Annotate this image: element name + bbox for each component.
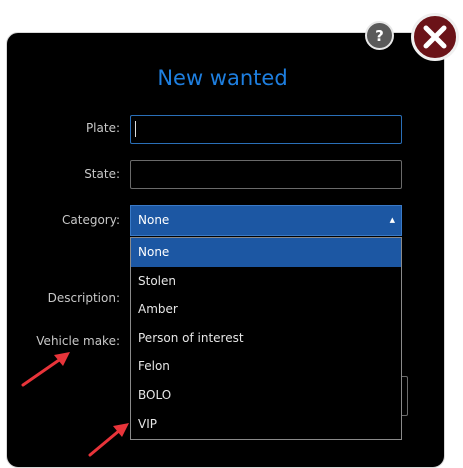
state-label: State: [84, 167, 120, 181]
category-option[interactable]: BOLO [131, 381, 401, 410]
category-option[interactable]: None [131, 238, 401, 267]
category-label: Category: [62, 213, 120, 227]
help-icon: ? [375, 26, 384, 45]
annotation-arrow-icon [21, 352, 70, 387]
close-icon [423, 25, 447, 49]
plate-input[interactable] [130, 115, 402, 144]
dropdown-arrow-icon: ▲ [389, 216, 395, 224]
category-option[interactable]: Amber [131, 295, 401, 324]
category-selected-value: None [138, 213, 170, 227]
category-option[interactable]: Stolen [131, 267, 401, 296]
state-input[interactable] [130, 160, 402, 189]
plate-label: Plate: [85, 121, 120, 135]
text-caret [135, 121, 136, 137]
category-option[interactable]: Felon [131, 352, 401, 381]
category-select[interactable]: None ▲ [130, 205, 402, 236]
dialog-title: New wanted [157, 66, 288, 90]
close-button[interactable] [411, 13, 459, 61]
category-option[interactable]: VIP [131, 410, 401, 439]
description-label: Description: [47, 291, 120, 305]
category-option[interactable]: Person of interest [131, 324, 401, 353]
help-button[interactable]: ? [365, 21, 394, 50]
category-dropdown-list: None Stolen Amber Person of interest Fel… [130, 237, 402, 440]
annotation-arrow-icon [88, 423, 129, 457]
